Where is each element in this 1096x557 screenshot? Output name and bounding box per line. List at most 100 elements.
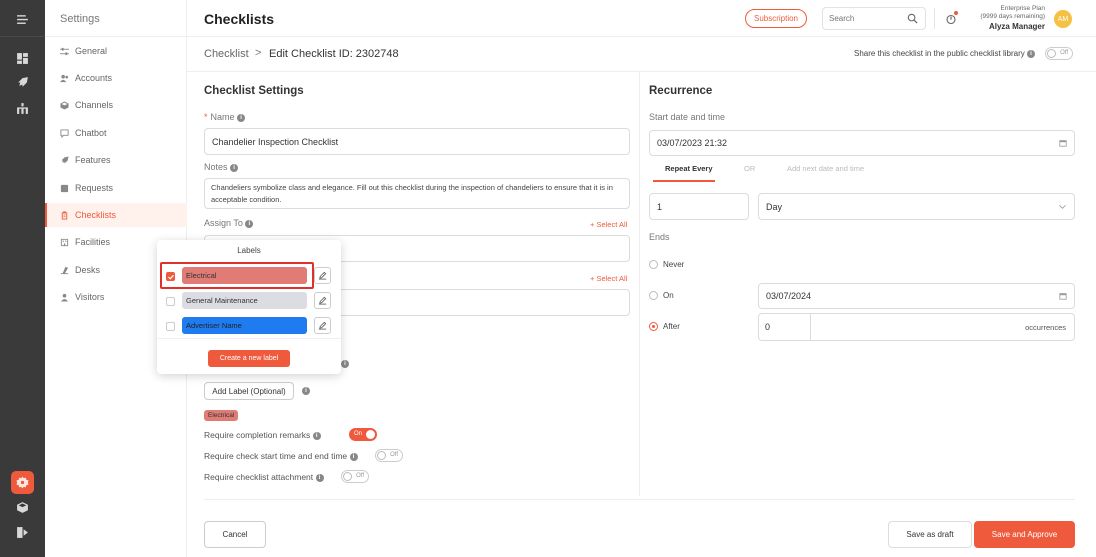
attachment-toggle[interactable]: Off [341,470,369,483]
cancel-button[interactable]: Cancel [204,521,266,548]
label-checkbox[interactable] [166,322,175,331]
sidebar-item-checklists[interactable]: Checklists [45,203,187,227]
select-all-second-link[interactable]: + Select All [590,274,627,283]
selected-label-highlight [160,262,314,289]
info-icon[interactable]: i [341,360,349,368]
interval-unit-select[interactable]: Day [758,193,1075,220]
search-input[interactable] [829,14,899,23]
select-all-assign-link[interactable]: + Select All [590,220,627,229]
rocket-icon[interactable] [0,71,45,93]
toggle-state-label: Off [1060,50,1068,56]
ends-never-radio[interactable] [649,260,658,269]
label-checkbox[interactable] [166,297,175,306]
page-title: Checklists [204,11,275,27]
name-field[interactable] [204,128,630,155]
ends-after-radio[interactable] [649,322,658,331]
completion-remarks-toggle[interactable]: On [349,428,377,441]
user-name[interactable]: Alyza Manager [957,21,1045,32]
start-end-time-label: Require check start time and end time [204,451,348,461]
app-rail [0,0,45,557]
add-label-button[interactable]: Add Label (Optional) [204,382,294,400]
plan-info: Enterprise Plan (9999 days remaining) Al… [957,5,1045,32]
search-box[interactable] [822,7,926,30]
sidebar-item-label: Channels [75,100,114,110]
edit-label-button[interactable] [314,317,331,334]
name-label-text: Name [210,112,235,122]
start-end-time-toggle[interactable]: Off [375,449,403,462]
attachment-row: Require checklist attachment i [204,472,324,482]
breadcrumb-current: Edit Checklist ID: 2302748 [269,48,399,60]
notes-label: Notes i [204,162,239,172]
label-option-row[interactable]: Advertiser Name [157,314,341,339]
rocket-icon [60,155,69,165]
interval-field[interactable] [649,193,749,220]
sidebar-item-chatbot[interactable]: Chatbot [45,121,187,145]
start-end-time-row: Require check start time and end time i [204,451,358,461]
popover-divider [157,338,341,339]
edit-label-button[interactable] [314,292,331,309]
save-approve-button[interactable]: Save and Approve [974,521,1075,548]
search-icon[interactable] [907,13,918,24]
tab-add-next-date[interactable]: Add next date and time [787,164,864,173]
menu-toggle-icon[interactable] [0,8,45,30]
subscription-button[interactable]: Subscription [745,9,807,28]
ends-on-radio[interactable] [649,291,658,300]
users-icon [60,74,69,83]
interval-input[interactable] [657,201,741,212]
breadcrumb-separator: > [255,47,262,59]
settings-icon[interactable] [11,471,34,494]
info-icon[interactable]: i [230,163,239,172]
info-icon[interactable]: i [1026,49,1035,58]
notification-bell-icon[interactable] [945,11,958,25]
occurrences-suffix: occurrences [1025,322,1066,332]
hierarchy-icon[interactable] [0,97,45,119]
plan-remaining: (9999 days remaining) [980,13,1045,20]
selected-label-chip[interactable]: Electrical [204,410,239,421]
calendar-icon[interactable] [1059,139,1067,147]
dashboard-icon[interactable] [0,47,45,69]
name-input[interactable] [212,136,622,147]
sidebar-item-label: Chatbot [75,128,107,138]
info-icon[interactable]: i [349,452,358,461]
sidebar-item-label: Facilities [75,237,111,247]
sidebar-item-features[interactable]: Features [45,148,187,172]
notes-textarea[interactable]: Chandeliers symbolize class and elegance… [204,178,630,209]
share-label-text: Share this checklist in the public check… [854,49,1025,58]
label-swatch[interactable]: Advertiser Name [182,317,307,334]
cube-icon[interactable] [0,496,45,518]
share-label: Share this checklist in the public check… [854,49,1035,58]
create-label-button[interactable]: Create a new label [208,350,290,367]
save-draft-button[interactable]: Save as draft [888,521,972,548]
info-icon[interactable]: i [312,431,321,440]
info-icon[interactable]: i [302,387,310,395]
occurrences-field[interactable]: 0 occurrences [758,313,1075,341]
settings-heading: Checklist Settings [204,85,304,97]
logout-icon[interactable] [0,521,45,543]
occurrences-count[interactable]: 0 [759,314,811,340]
toggle-state-label: On [354,431,363,437]
info-icon[interactable]: i [315,473,324,482]
tab-repeat-every[interactable]: Repeat Every [665,164,713,173]
breadcrumb-root-link[interactable]: Checklist [204,48,249,60]
sidebar-item-general[interactable]: General [45,39,187,63]
sidebar-item-channels[interactable]: Channels [45,93,187,117]
sidebar-item-accounts[interactable]: Accounts [45,66,187,90]
edit-label-button[interactable] [314,267,331,284]
interval-unit-value: Day [766,201,783,212]
info-icon[interactable]: i [237,113,246,122]
notes-label-text: Notes [204,162,228,172]
ends-never-label: Never [663,260,685,269]
share-toggle[interactable]: Off [1045,47,1073,60]
ends-after-label: After [663,322,680,331]
label-swatch[interactable]: General Maintenance [182,292,307,309]
column-divider [639,72,640,496]
label-option-row[interactable]: General Maintenance [157,289,341,314]
popover-title: Labels [237,246,261,255]
start-date-field[interactable]: 03/07/2023 21:32 [649,130,1075,156]
calendar-icon[interactable] [1059,292,1067,300]
avatar[interactable]: AM [1054,10,1072,28]
info-icon[interactable]: i [245,219,254,228]
end-date-field[interactable]: 03/07/2024 [758,283,1075,309]
sidebar-item-requests[interactable]: Requests [45,176,187,200]
footer-divider [204,499,1075,500]
